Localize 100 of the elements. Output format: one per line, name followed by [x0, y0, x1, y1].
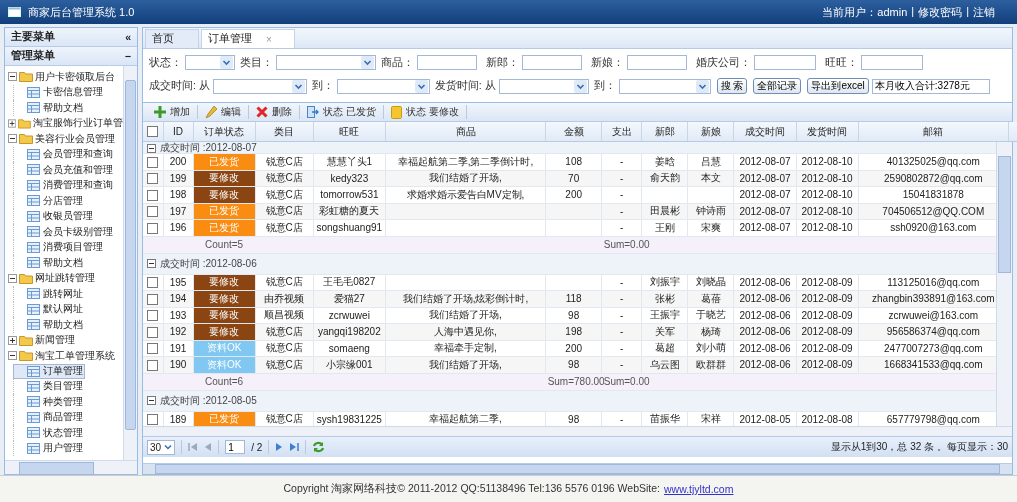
tree-folder[interactable]: 用户卡密领取后台: [35, 69, 115, 84]
sum-summary: Sum=0.00: [603, 239, 650, 250]
tree-item[interactable]: 用户管理: [13, 440, 85, 456]
column-header[interactable]: 新郎: [641, 122, 688, 142]
tree-item[interactable]: 状态管理: [13, 425, 85, 441]
tree-item[interactable]: 商品管理: [13, 409, 85, 425]
header-link[interactable]: 修改密码: [918, 4, 963, 20]
column-header[interactable]: 发货时间: [796, 122, 859, 142]
form-button[interactable]: 导出到excel: [807, 78, 869, 94]
toolbar-button[interactable]: 增加: [147, 105, 197, 119]
tree-folder[interactable]: 淘宝服饰行业订单管: [33, 116, 123, 131]
refresh-icon[interactable]: [312, 441, 326, 453]
input-field[interactable]: 本月收入合计:3278元: [871, 78, 990, 94]
tree-item[interactable]: 帮助文档: [13, 317, 85, 333]
tree-item[interactable]: 收银员管理: [13, 208, 95, 224]
next-page-icon[interactable]: [275, 442, 284, 452]
deal-time-cell: 2012-08-06: [733, 307, 796, 324]
tree-item[interactable]: 帮助文档: [13, 100, 85, 116]
column-header[interactable]: 金额: [545, 122, 602, 142]
tree-item[interactable]: 消费管理和查询: [13, 177, 115, 193]
tree-item[interactable]: 种类管理: [13, 394, 85, 410]
id-cell: 195: [163, 274, 194, 291]
checkbox[interactable]: [147, 222, 159, 234]
collapse-icon[interactable]: [147, 144, 156, 153]
column-header[interactable]: 成交时间: [733, 122, 797, 142]
collapse-icon[interactable]: [147, 259, 156, 268]
tree-folder[interactable]: 美容行业会员管理: [35, 131, 115, 146]
column-header[interactable]: 订单状态: [193, 122, 256, 142]
ship-time-cell: 2012-08-09: [796, 340, 859, 357]
page-icon: [27, 380, 40, 392]
tree-item[interactable]: 订单管理: [13, 363, 85, 379]
page-input[interactable]: 1: [225, 440, 246, 454]
folder-icon: [19, 272, 33, 284]
last-page-icon[interactable]: [289, 442, 300, 452]
checkbox[interactable]: [147, 343, 159, 355]
input-field[interactable]: [522, 55, 582, 70]
tree-item[interactable]: 卡密信息管理: [13, 84, 105, 100]
column-header[interactable]: 商品: [385, 122, 546, 142]
input-field[interactable]: [627, 55, 687, 70]
toolbar-button[interactable]: 状态 已发货: [300, 105, 383, 119]
tab[interactable]: 订单管理 ×: [201, 29, 295, 48]
tree-item[interactable]: 会员卡级别管理: [13, 224, 115, 240]
collapse-icon[interactable]: [8, 273, 17, 283]
tree-item[interactable]: 帮助文档: [13, 255, 85, 271]
toolbar-button[interactable]: 状态 要修改: [383, 105, 466, 119]
tree-item[interactable]: 默认网址: [13, 301, 85, 317]
toolbar-button[interactable]: 删除: [249, 105, 299, 119]
checkbox[interactable]: [147, 359, 159, 371]
input-field[interactable]: [754, 55, 816, 70]
app-title: 商家后台管理系统 1.0: [28, 4, 135, 20]
checkbox[interactable]: [147, 206, 159, 218]
wangwang-cell: 慧慧丫头1: [313, 153, 386, 170]
amount-cell: 98: [545, 307, 602, 324]
groom-cell: 葛超: [641, 340, 688, 357]
website-link[interactable]: www.tjyltd.com: [664, 483, 734, 495]
input-field[interactable]: [861, 55, 923, 70]
form-button[interactable]: 搜 索: [716, 78, 748, 94]
tree-folder[interactable]: 淘宝工单管理系统: [35, 348, 115, 363]
checkbox[interactable]: [147, 326, 159, 338]
checkbox[interactable]: [147, 277, 159, 289]
checkbox[interactable]: [147, 126, 159, 138]
exit-icon: [307, 106, 319, 118]
tree-item[interactable]: 跳转网址: [13, 286, 85, 302]
column-header[interactable]: 邮箱: [858, 122, 1009, 142]
checkbox[interactable]: [147, 310, 159, 322]
collapse-icon[interactable]: [8, 134, 17, 144]
column-header[interactable]: 旺旺: [313, 122, 386, 142]
deal-time-cell: 2012-08-07: [733, 186, 796, 203]
tree-folder[interactable]: 新闻管理: [35, 333, 75, 348]
column-header[interactable]: ID: [163, 122, 194, 142]
checkbox[interactable]: [147, 189, 159, 201]
toolbar-button[interactable]: 编辑: [198, 105, 248, 119]
collapse-icon[interactable]: [147, 396, 156, 405]
tab[interactable]: 首页: [145, 29, 199, 48]
column-header[interactable]: 支出: [601, 122, 642, 142]
page-size-dropdown[interactable]: 30: [147, 439, 176, 455]
column-header[interactable]: 类目: [255, 122, 314, 142]
tree-item[interactable]: 消费项目管理: [13, 239, 105, 255]
collapse-button[interactable]: «: [125, 31, 131, 43]
checkbox[interactable]: [147, 173, 159, 185]
field-label: 新郎：: [486, 55, 519, 70]
section-toggle[interactable]: −: [124, 50, 131, 62]
input-field[interactable]: [417, 55, 477, 70]
tree-item[interactable]: 分店管理: [13, 193, 85, 209]
form-button[interactable]: 全部记录: [753, 78, 802, 94]
tree-item[interactable]: 会员充值和管理: [13, 162, 115, 178]
tree-folder[interactable]: 网址跳转管理: [35, 271, 95, 286]
collapse-icon[interactable]: [8, 351, 17, 361]
column-header[interactable]: 新娘: [687, 122, 734, 142]
checkbox[interactable]: [147, 156, 159, 168]
tree-item[interactable]: 类目管理: [13, 378, 85, 394]
collapse-icon[interactable]: [8, 72, 17, 82]
current-user: 当前用户：admin: [822, 4, 908, 20]
expand-icon[interactable]: [8, 335, 17, 345]
checkbox[interactable]: [147, 293, 159, 305]
expense-cell: -: [601, 340, 642, 357]
header-link[interactable]: 注销: [973, 4, 995, 20]
checkbox[interactable]: [147, 414, 159, 426]
expand-icon[interactable]: [8, 118, 17, 128]
tree-item[interactable]: 会员管理和查询: [13, 146, 115, 162]
